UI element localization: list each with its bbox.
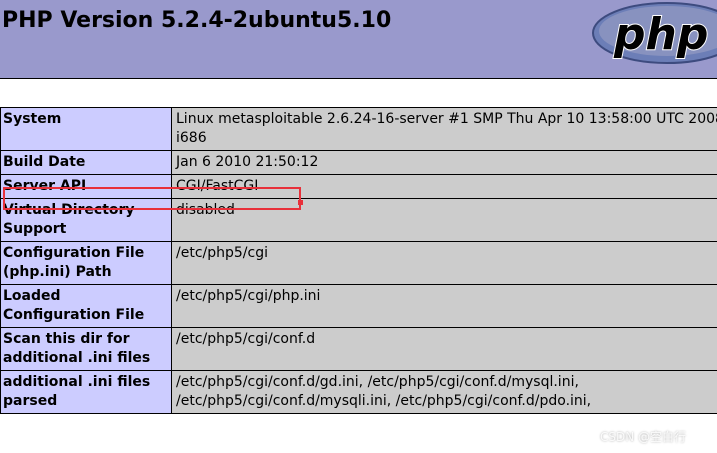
row-value-line: /etc/php5/cgi/conf.d/mysqli.ini, /etc/ph… <box>176 393 592 409</box>
page-title: PHP Version 5.2.4-2ubuntu5.10 <box>2 8 392 33</box>
row-value: Linux metasploitable 2.6.24-16-server #1… <box>171 107 717 151</box>
row-value-line: Jan 6 2010 21:50:12 <box>176 154 319 170</box>
highlight-annotation-box <box>3 187 301 210</box>
row-value: /etc/php5/cgi <box>171 241 717 285</box>
phpinfo-page: PHP Version 5.2.4-2ubuntu5.10 php System… <box>0 0 717 453</box>
row-value: /etc/php5/cgi/conf.d/gd.ini, /etc/php5/c… <box>171 370 717 414</box>
table-row: Scan this dir for additional .ini files … <box>0 327 717 371</box>
row-label: Loaded Configuration File <box>0 284 172 328</box>
watermark: CSDN @空白行 <box>600 430 687 444</box>
phpinfo-header: PHP Version 5.2.4-2ubuntu5.10 php <box>0 0 717 79</box>
table-row: Build Date Jan 6 2010 21:50:12 <box>0 150 717 175</box>
row-value-line: /etc/php5/cgi/conf.d <box>176 331 316 347</box>
row-value-line: i686 <box>176 130 207 146</box>
table-row: System Linux metasploitable 2.6.24-16-se… <box>0 107 717 151</box>
row-value: /etc/php5/cgi/conf.d <box>171 327 717 371</box>
table-row: Loaded Configuration File /etc/php5/cgi/… <box>0 284 717 328</box>
phpinfo-table: System Linux metasploitable 2.6.24-16-se… <box>0 107 717 414</box>
row-label: Configuration File (php.ini) Path <box>0 241 172 285</box>
table-row: Configuration File (php.ini) Path /etc/p… <box>0 241 717 285</box>
row-label: additional .ini files parsed <box>0 370 172 414</box>
php-logo-text: php <box>613 9 708 60</box>
row-value: Jan 6 2010 21:50:12 <box>171 150 717 175</box>
row-value: /etc/php5/cgi/php.ini <box>171 284 717 328</box>
row-value-line: /etc/php5/cgi/php.ini <box>176 288 321 304</box>
php-logo-icon: php <box>592 2 717 64</box>
row-value-line: /etc/php5/cgi/conf.d/gd.ini, /etc/php5/c… <box>176 374 579 390</box>
row-value-line: /etc/php5/cgi <box>176 245 268 261</box>
highlight-annotation-handle <box>298 200 303 205</box>
row-label: Scan this dir for additional .ini files <box>0 327 172 371</box>
table-row: additional .ini files parsed /etc/php5/c… <box>0 370 717 414</box>
row-label: Build Date <box>0 150 172 175</box>
row-value-line: Linux metasploitable 2.6.24-16-server #1… <box>176 111 717 127</box>
row-label: System <box>0 107 172 151</box>
